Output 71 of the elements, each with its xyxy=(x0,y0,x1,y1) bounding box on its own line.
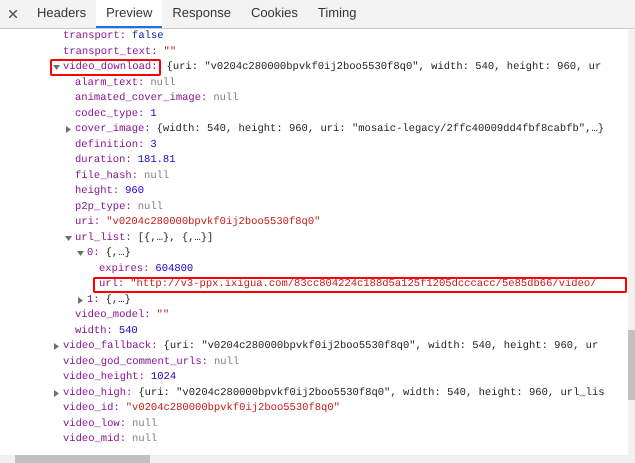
property-value: null xyxy=(150,76,176,90)
close-icon[interactable] xyxy=(9,10,17,18)
property-key: video_id: xyxy=(63,401,120,416)
property-value: 604800 xyxy=(155,262,194,276)
collapsed-arrow-icon[interactable] xyxy=(53,343,60,350)
property-value: null xyxy=(138,200,163,214)
property-key: video_download: xyxy=(63,60,158,76)
property-value: null xyxy=(132,432,158,447)
property-key: video_low: xyxy=(63,416,126,432)
property-value: 960 xyxy=(125,184,144,199)
expanded-arrow-icon[interactable] xyxy=(65,234,72,242)
property-value: "v0204c280000bpvkf0ij2boo5530f8q0" xyxy=(106,215,320,230)
tab[interactable]: Preview xyxy=(96,0,162,28)
tab[interactable]: Headers xyxy=(27,0,96,28)
property-key: 1: xyxy=(87,292,100,308)
property-value: "v0204c280000bpvkf0ij2boo5530f8q0" xyxy=(126,401,340,416)
property-value: 540 xyxy=(118,324,138,338)
property-key: video_fallback: xyxy=(63,339,158,354)
property-key: video_high: xyxy=(63,386,132,401)
property-value: null xyxy=(144,168,170,184)
property-value: null xyxy=(213,91,239,106)
horizontal-scrollbar[interactable] xyxy=(0,455,635,463)
property-value: "" xyxy=(156,308,170,323)
property-key: url_list: xyxy=(75,230,132,246)
property-key: definition: xyxy=(75,138,144,153)
property-key: cover_image: xyxy=(75,122,151,138)
property-key: codec_type: xyxy=(75,106,144,122)
property-value: "" xyxy=(164,44,176,60)
property-value: {,…} xyxy=(106,292,131,308)
property-value: null xyxy=(214,354,240,370)
property-value: false xyxy=(132,29,164,44)
tab[interactable]: Timing xyxy=(308,0,366,28)
property-value: {uri: "v0204c280000bpvkf0ij2boo5530f8q0", width: 540, height: 960, ur xyxy=(164,339,598,354)
property-key: p2p_type: xyxy=(75,200,132,215)
property-key: width: xyxy=(75,324,113,339)
property-value: {uri: "v0204c280000bpvkf0ij2boo5530f8q0", width: 540, height: 960, url_lis xyxy=(138,386,605,400)
collapsed-arrow-icon[interactable] xyxy=(77,296,84,304)
property-value: [{,…}, {,…}] xyxy=(138,230,214,246)
property-value: {uri: "v0204c280000bpvkf0ij2boo5530f8q0", width: 540, height: 960, ur xyxy=(166,60,602,75)
tab[interactable]: Response xyxy=(162,0,241,28)
collapsed-arrow-icon[interactable] xyxy=(53,390,60,397)
property-key: file_hash: xyxy=(75,168,138,184)
property-key: transport: xyxy=(63,29,126,44)
property-value: {,…} xyxy=(106,246,131,261)
property-key: video_god_comment_urls: xyxy=(63,354,208,370)
scrollbar-thumb[interactable] xyxy=(628,330,635,400)
property-value: 3 xyxy=(150,138,157,152)
property-key: duration: xyxy=(75,153,132,168)
property-value: null xyxy=(132,416,158,432)
property-value: {width: 540, height: 960, uri: "mosaic-legacy/2ffc40009dd4fbf8cabfb",…} xyxy=(156,122,604,137)
tab[interactable]: Cookies xyxy=(240,0,308,28)
property-key: expires: xyxy=(99,262,150,277)
expanded-arrow-icon[interactable] xyxy=(77,250,84,258)
property-value: 1024 xyxy=(150,370,176,385)
vertical-scrollbar[interactable] xyxy=(628,30,635,455)
property-key: alarm_text: xyxy=(75,76,144,91)
property-value: 181.81 xyxy=(138,153,176,168)
property-key: uri: xyxy=(75,215,100,230)
property-key: video_model: xyxy=(75,308,151,324)
property-key: url: xyxy=(99,277,124,292)
property-key: transport_text: xyxy=(63,44,158,60)
expanded-arrow-icon[interactable] xyxy=(53,64,60,72)
property-key: height: xyxy=(75,184,120,200)
property-key: video_height: xyxy=(63,370,145,386)
property-value: "http://v3-ppx.ixigua.com/83cc804224c188d5a125f1205dcccacc/5e85db66/video/ xyxy=(130,277,596,292)
property-key: animated_cover_image: xyxy=(75,91,208,106)
collapsed-arrow-icon[interactable] xyxy=(65,126,72,134)
property-key: 0: xyxy=(87,246,100,262)
property-value: 1 xyxy=(150,106,157,122)
property-key: video_mid: xyxy=(63,432,126,448)
scrollbar-thumb[interactable] xyxy=(15,455,150,463)
